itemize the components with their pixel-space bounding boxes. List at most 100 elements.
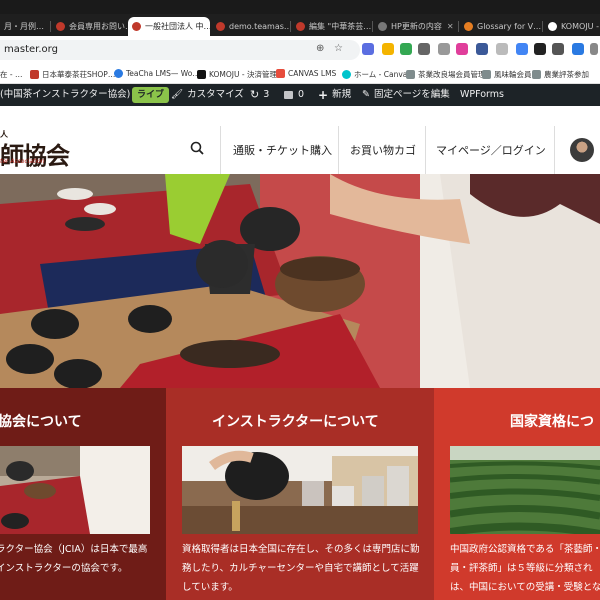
refresh-icon: ↻ <box>250 88 260 101</box>
comments-count: 0 <box>298 89 305 100</box>
bookmark-label: TeaCha LMS— Wo… <box>126 69 200 78</box>
extension-icon[interactable] <box>590 43 598 55</box>
tab-label: demo.teamas… <box>229 22 290 31</box>
comment-icon <box>284 91 293 99</box>
bookmark-item[interactable]: TeaCha LMS— Wo… <box>114 69 200 78</box>
nav-shop-tickets[interactable]: 通販・チケット購入 <box>233 142 332 158</box>
wpforms-label: WPForms <box>460 89 505 100</box>
favicon-icon <box>548 22 557 31</box>
bookmark-label: CANVAS LMS <box>288 69 337 78</box>
bookmark-star-icon[interactable]: ☆ <box>334 43 343 54</box>
search-icon[interactable] <box>190 140 204 159</box>
extension-icon[interactable] <box>476 43 488 55</box>
favicon-icon <box>464 22 473 31</box>
card-image <box>450 446 600 534</box>
card-text: 資格取得者は日本全国に存在し、その多くは専門店に勤 務したり、カルチャーセンターや… <box>182 544 420 593</box>
bookmark-label: 農業評茶参加 <box>544 70 589 79</box>
bookmark-item[interactable]: 農業評茶参加 <box>532 69 589 80</box>
edit-label: 固定ページを編集 <box>373 89 450 100</box>
card-text: ラクター協会（JCIA）は日本で最高 インストラクターの協会です。 <box>0 544 148 574</box>
bookmark-item[interactable]: 日本華泰茶荘SHOP… <box>30 69 115 80</box>
bookmark-item[interactable]: 在 - … <box>0 69 22 80</box>
logo-main-text: 師協会 <box>0 141 70 170</box>
bookmark-icon <box>406 70 415 79</box>
tab-8[interactable]: KOMOJU - A… <box>544 17 600 36</box>
bookmark-item[interactable]: ホーム - Canva <box>342 69 407 80</box>
customize-label: カスタマイズ <box>187 89 244 100</box>
brush-icon: 🖌 <box>171 89 184 100</box>
card-image <box>182 446 418 534</box>
avatar[interactable] <box>570 138 594 162</box>
tab-label: Glossary for V… <box>477 22 542 31</box>
comments-link[interactable]: 0 <box>284 84 304 106</box>
extension-icon[interactable] <box>534 43 546 55</box>
card-association[interactable]: 協会について ラクター協会（JCIA）は日本で最高 インストラクターの協会です。 <box>0 388 166 600</box>
close-icon[interactable]: ✕ <box>442 22 458 31</box>
tab-label: 編集 "中華茶芸… <box>309 22 372 31</box>
tab-4[interactable]: demo.teamas… ✕ <box>212 17 290 36</box>
admin-site-name[interactable]: (中国茶インストラクター協会) <box>0 84 130 106</box>
extension-icon[interactable] <box>438 43 450 55</box>
address-bar[interactable]: master.org <box>0 40 360 60</box>
tab-label: 一般社団法人 中… <box>145 22 210 31</box>
tab-label: HP更新の内容 <box>391 22 442 31</box>
wp-admin-bar: (中国茶インストラクター協会) ライブ 🖌 カスタマイズ ↻ 3 0 + 新規 … <box>0 84 600 106</box>
bookmark-item[interactable]: CANVAS LMS <box>276 69 336 78</box>
tab-5[interactable]: 編集 "中華茶芸… ✕ <box>292 17 372 36</box>
bookmark-label: KOMOJU - 決済管理 <box>209 70 277 79</box>
hero-image <box>0 174 600 388</box>
wpforms-link[interactable]: WPForms <box>460 84 504 106</box>
nav-mypage-login[interactable]: マイページ／ログイン <box>436 142 546 158</box>
updates-count: 3 <box>263 89 270 100</box>
bookmark-label: 日本華泰茶荘SHOP… <box>42 70 116 79</box>
card-instructor[interactable]: インストラクターについて 資格取得者は日本全国に存在し、その多くは専門店に勤 務し… <box>166 388 434 600</box>
bookmark-item[interactable]: 茶業改良場会員管理 <box>406 69 486 80</box>
extension-icon[interactable] <box>382 43 394 55</box>
tab-label: 月・月例… <box>4 22 44 31</box>
favicon-icon <box>132 22 141 31</box>
extension-icon[interactable] <box>400 43 412 55</box>
site-name-label: (中国茶インストラクター協会) <box>0 89 131 100</box>
customize-link[interactable]: 🖌 カスタマイズ <box>171 84 244 106</box>
window-top-strip <box>0 0 600 14</box>
tab-label: 会員専用お問い… <box>69 22 128 31</box>
tab-2[interactable]: 会員専用お問い… ✕ <box>52 17 128 36</box>
tab-3-active[interactable]: 一般社団法人 中… ✕ <box>128 17 210 36</box>
extension-icon[interactable] <box>496 43 508 55</box>
extension-icon[interactable] <box>552 43 564 55</box>
extension-icon[interactable] <box>456 43 468 55</box>
favicon-icon <box>56 22 65 31</box>
updates-link[interactable]: ↻ 3 <box>250 84 269 106</box>
logo-subtitle: ter Association <box>0 158 45 165</box>
bookmark-icon <box>342 70 351 79</box>
card-title: 国家資格につ <box>510 414 594 430</box>
extension-icon[interactable] <box>516 43 528 55</box>
bookmark-item[interactable]: 風味輪会員 <box>482 69 532 80</box>
tab-label: KOMOJU - A… <box>561 22 600 31</box>
extension-icon[interactable] <box>572 43 584 55</box>
extension-icon[interactable] <box>418 43 430 55</box>
card-title: 協会について <box>0 414 82 430</box>
pencil-icon: ✎ <box>362 89 370 100</box>
info-cards: 協会について ラクター協会（JCIA）は日本で最高 インストラクターの協会です。 … <box>0 388 600 600</box>
card-image <box>0 446 150 534</box>
tab-1[interactable]: 月・月例… ✕ <box>0 17 50 36</box>
new-content-link[interactable]: + 新規 <box>318 84 351 106</box>
zoom-icon[interactable]: ⊕ <box>316 43 324 54</box>
bookmark-icon <box>114 69 123 78</box>
card-text: 中国政府公認資格である「茶藝師・ 員・評茶師」は５等級に分類され は、中国においての… <box>450 544 600 593</box>
bookmark-label: 在 - … <box>0 70 23 79</box>
favicon-icon <box>216 22 225 31</box>
plus-icon: + <box>318 88 329 102</box>
new-label: 新規 <box>332 89 352 100</box>
bookmark-icon <box>482 70 491 79</box>
tab-6[interactable]: HP更新の内容 ✕ <box>374 17 458 36</box>
extension-icon[interactable] <box>362 43 374 55</box>
tab-7[interactable]: Glossary for V… ✕ <box>460 17 542 36</box>
bookmark-item[interactable]: KOMOJU - 決済管理 <box>197 69 277 80</box>
card-national-qualification[interactable]: 国家資格につ 中国政府公認資格である「茶藝師・ 員・評茶師」は５等級に分類され は、… <box>434 388 600 600</box>
url-text: master.org <box>4 44 58 55</box>
edit-page-link[interactable]: ✎ 固定ページを編集 <box>362 84 450 106</box>
nav-cart[interactable]: お買い物カゴ <box>350 142 416 158</box>
live-badge: ライブ <box>132 84 170 106</box>
